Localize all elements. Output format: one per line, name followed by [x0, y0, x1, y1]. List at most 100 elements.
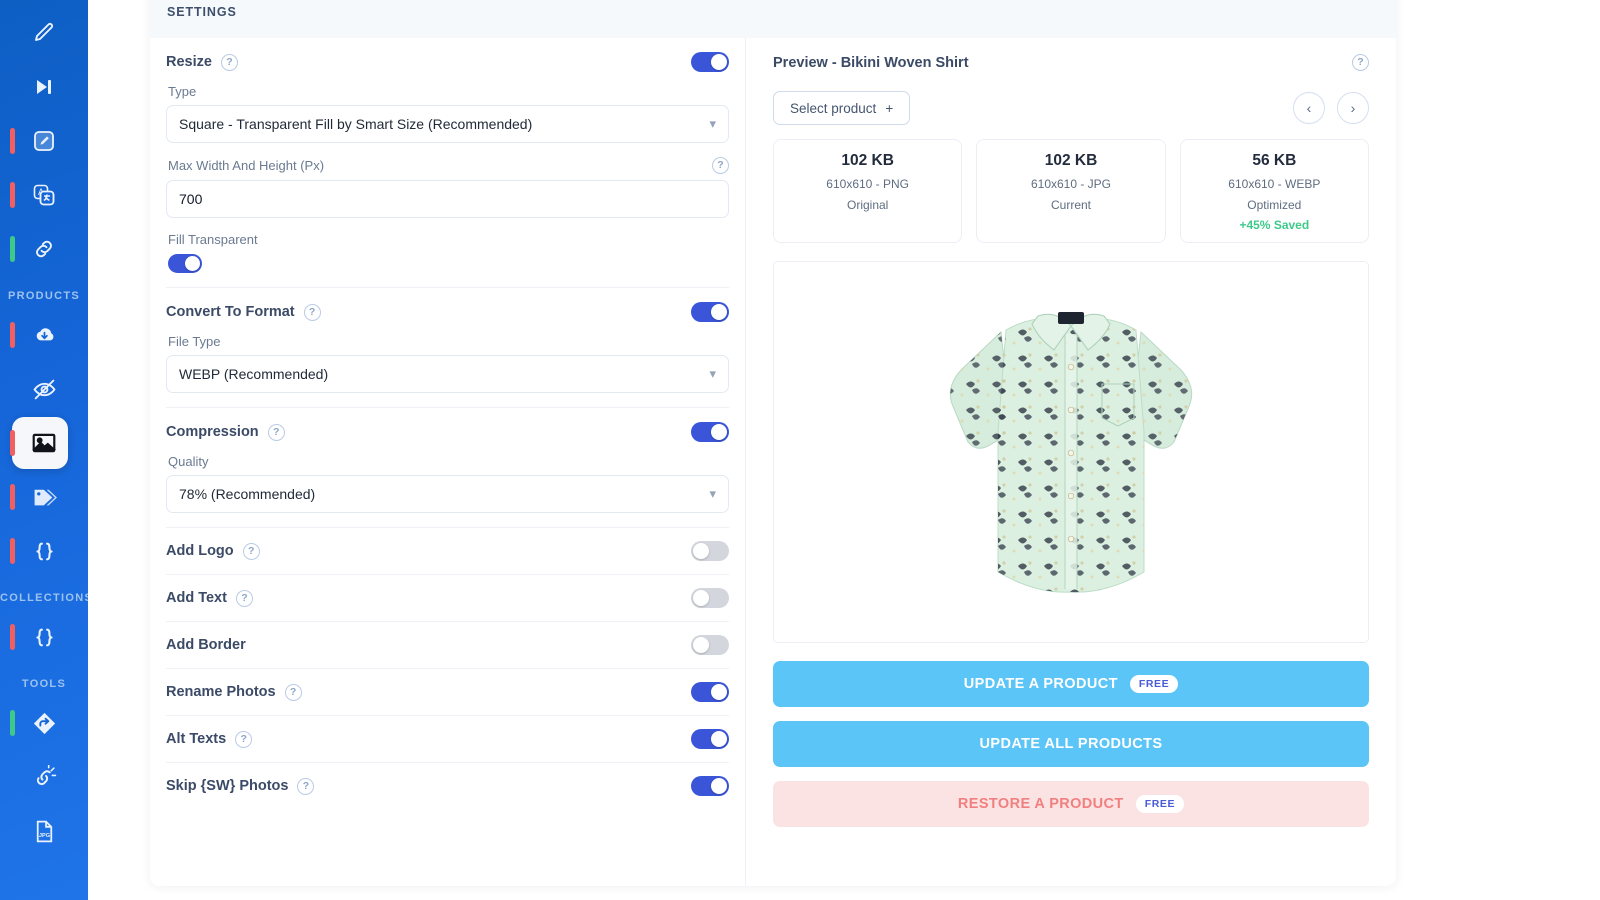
svg-text:JPG: JPG — [38, 833, 50, 839]
sidebar-item-broken-link[interactable] — [0, 750, 88, 804]
toggle-label-group: Add Text? — [166, 589, 253, 607]
jpg-file-icon: JPG — [27, 814, 61, 848]
status-bar — [10, 430, 15, 456]
convert-label: Convert To Format — [166, 304, 295, 320]
toggle-label: Add Logo — [166, 543, 234, 559]
sidebar-item-braces[interactable] — [0, 524, 88, 578]
sidebar-item-redirect[interactable] — [0, 696, 88, 750]
compression-label-group: Compression ? — [166, 423, 285, 441]
sidebar-item-edit-box[interactable] — [0, 114, 88, 168]
preview-nav-arrows: ‹ › — [1293, 92, 1369, 124]
braces-icon — [27, 620, 61, 654]
setting-toggle[interactable] — [691, 541, 729, 561]
setting-toggle[interactable] — [691, 588, 729, 608]
help-icon[interactable]: ? — [220, 53, 238, 71]
stat-size: 102 KB — [841, 152, 894, 169]
quality-select[interactable]: 78% (Recommended) ▾ — [166, 475, 729, 513]
restore-a-product-button[interactable]: RESTORE A PRODUCT FREE — [773, 781, 1369, 827]
toggle-knob — [711, 684, 727, 700]
free-badge: FREE — [1129, 675, 1179, 693]
sidebar: A PRODUCTS COLLECTIONS TOOLS JPG — [0, 0, 88, 900]
toggle-knob — [711, 731, 727, 747]
help-icon[interactable]: ? — [303, 303, 321, 321]
toggle-label: Alt Texts — [166, 731, 227, 747]
setting-toggle[interactable] — [691, 682, 729, 702]
braces-icon — [27, 534, 61, 568]
select-product-button[interactable]: Select product + — [773, 91, 911, 125]
toggle-knob — [185, 256, 200, 271]
file-type-label-row: File Type — [168, 334, 729, 349]
resize-label-group: Resize ? — [166, 53, 238, 71]
help-icon[interactable]: ? — [242, 542, 260, 560]
resize-type-select[interactable]: Square - Transparent Fill by Smart Size … — [166, 105, 729, 143]
toggle-row: Alt Texts? — [166, 715, 729, 762]
stat-dimensions: 610x610 - JPG — [1030, 177, 1112, 191]
image-stats-list: 102 KB 610x610 - PNG Original 102 KB 610x610… — [773, 139, 1369, 243]
status-bar — [10, 538, 15, 564]
help-icon[interactable]: ? — [235, 730, 253, 748]
simple-toggle-list: Add Logo? Add Text? Add Border Rename Photo… — [166, 527, 729, 809]
file-type-label: File Type — [168, 334, 221, 349]
status-bar — [10, 624, 15, 650]
sidebar-item-skip-forward[interactable] — [0, 60, 88, 114]
status-bar — [10, 182, 15, 208]
prev-product-button[interactable]: ‹ — [1293, 92, 1325, 124]
toggle-label-group: Add Logo? — [166, 542, 260, 560]
sidebar-item-tags[interactable] — [0, 470, 88, 524]
sidebar-section-products: PRODUCTS — [7, 290, 81, 302]
stat-kind: Current — [1050, 198, 1091, 212]
max-size-input[interactable]: 700 — [166, 180, 729, 218]
status-bar — [10, 128, 15, 154]
sidebar-item-jpg-file[interactable]: JPG — [0, 804, 88, 858]
help-icon[interactable]: ? — [267, 423, 285, 441]
status-bar — [10, 322, 15, 348]
status-bar — [10, 710, 15, 736]
update-all-products-button[interactable]: UPDATE ALL PRODUCTS — [773, 721, 1369, 767]
convert-row: Convert To Format ? — [166, 287, 729, 332]
image-stat-card: 102 KB 610x610 - JPG Current — [976, 139, 1166, 243]
sidebar-item-translate[interactable]: A — [0, 168, 88, 222]
toggle-label-group: Skip {SW} Photos? — [166, 777, 315, 795]
skip-forward-icon — [27, 70, 61, 104]
shirt-illustration — [949, 312, 1193, 593]
stat-size: 56 KB — [1252, 152, 1297, 169]
compression-toggle[interactable] — [691, 422, 729, 442]
resize-toggle[interactable] — [691, 52, 729, 72]
setting-toggle[interactable] — [691, 776, 729, 796]
file-type-select[interactable]: WEBP (Recommended) ▾ — [166, 355, 729, 393]
card-body: Resize ? Type Square - Transparent Fill … — [150, 38, 1396, 886]
sidebar-item-link[interactable] — [0, 222, 88, 276]
toggle-row: Add Text? — [166, 574, 729, 621]
stat-kind: Optimized — [1247, 198, 1302, 212]
setting-toggle[interactable] — [691, 729, 729, 749]
settings-card: SETTINGS Resize ? Type Square - Transpar… — [150, 0, 1396, 886]
sidebar-item-eye-off[interactable] — [0, 362, 88, 416]
button-label: RESTORE A PRODUCT — [957, 796, 1124, 812]
toggle-label: Rename Photos — [166, 684, 276, 700]
help-icon[interactable]: ? — [1352, 54, 1369, 71]
update-a-product-button[interactable]: UPDATE A PRODUCT FREE — [773, 661, 1369, 707]
stat-size: 102 KB — [1044, 152, 1098, 169]
help-icon[interactable]: ? — [284, 683, 302, 701]
tags-icon — [27, 480, 61, 514]
toggle-label-group: Rename Photos? — [166, 683, 302, 701]
toggle-row: Skip {SW} Photos? — [166, 762, 729, 809]
help-icon[interactable]: ? — [712, 157, 729, 174]
fill-transparent-toggle[interactable] — [168, 254, 202, 273]
setting-toggle[interactable] — [691, 635, 729, 655]
help-icon[interactable]: ? — [297, 777, 315, 795]
image-icon — [27, 426, 61, 460]
cloud-download-icon — [27, 318, 61, 352]
stat-dimensions: 610x610 - PNG — [826, 177, 910, 191]
sidebar-item-braces[interactable] — [0, 610, 88, 664]
resize-row: Resize ? — [166, 38, 729, 82]
sidebar-item-image[interactable] — [0, 416, 88, 470]
sidebar-item-pencil[interactable] — [0, 6, 88, 60]
next-product-button[interactable]: › — [1337, 92, 1369, 124]
sidebar-item-cloud-download[interactable] — [0, 308, 88, 362]
convert-toggle[interactable] — [691, 302, 729, 322]
status-bar — [10, 236, 15, 262]
help-icon[interactable]: ? — [235, 589, 253, 607]
action-buttons: UPDATE A PRODUCT FREE UPDATE ALL PRODUCTS R… — [773, 661, 1369, 827]
select-product-label: Select product — [790, 100, 877, 116]
